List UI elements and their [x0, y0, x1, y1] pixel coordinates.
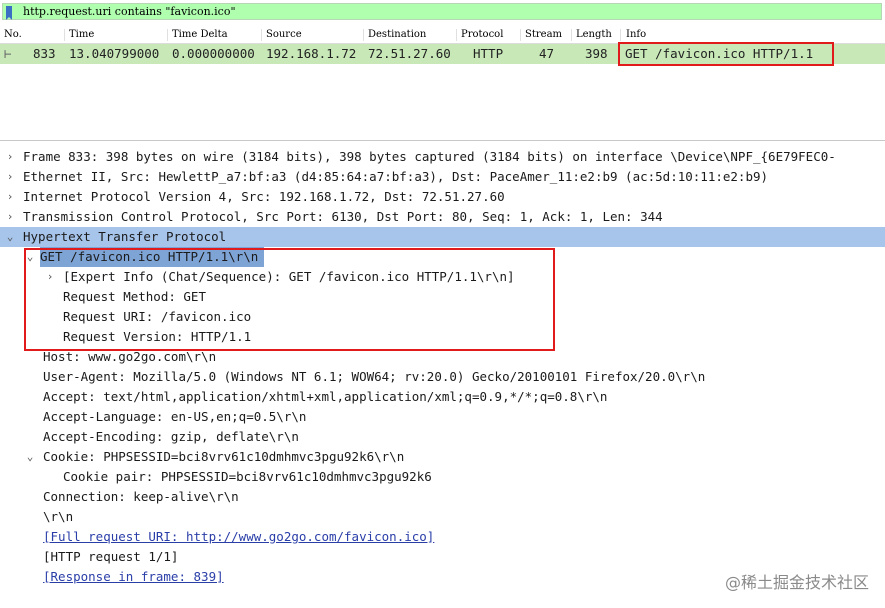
packet-length: 398 — [585, 46, 608, 61]
tree-item-frame[interactable]: › Frame 833: 398 bytes on wire (3184 bit… — [0, 147, 885, 167]
packet-destination: 72.51.27.60 — [368, 46, 451, 61]
watermark: @稀土掘金技术社区 — [724, 573, 869, 592]
packet-time-delta: 0.000000000 — [172, 46, 255, 61]
tree-item-cookie[interactable]: ⌄ Cookie: PHPSESSID=bci8vrv61c10dmhmvc3p… — [0, 447, 885, 467]
tree-item-cookie-pair[interactable]: Cookie pair: PHPSESSID=bci8vrv61c10dmhmv… — [0, 467, 885, 487]
tree-item-request-line[interactable]: ⌄ GET /favicon.ico HTTP/1.1\r\n — [0, 247, 885, 267]
column-destination[interactable]: Destination — [368, 27, 426, 43]
chevron-right-icon[interactable]: › — [44, 267, 56, 287]
column-no[interactable]: No. — [4, 27, 22, 43]
tree-item-ethernet[interactable]: › Ethernet II, Src: HewlettP_a7:bf:a3 (d… — [0, 167, 885, 187]
chevron-down-icon[interactable]: ⌄ — [24, 247, 36, 267]
tree-item-host[interactable]: Host: www.go2go.com\r\n — [0, 347, 885, 367]
tree-item-full-uri[interactable]: [Full request URI: http://www.go2go.com/… — [0, 527, 885, 547]
tree-item-http-request[interactable]: [HTTP request 1/1] — [0, 547, 885, 567]
display-filter-toolbar: http.request.uri contains "favicon.ico" — [0, 0, 885, 26]
packet-protocol: HTTP — [473, 46, 504, 61]
tree-item-request-method[interactable]: Request Method: GET — [0, 287, 885, 307]
column-time[interactable]: Time — [69, 27, 94, 43]
response-frame-link[interactable]: [Response in frame: 839] — [43, 567, 224, 587]
packet-time: 13.040799000 — [69, 46, 160, 61]
packet-source: 192.168.1.72 — [266, 46, 357, 61]
packet-stream: 47 — [539, 46, 555, 61]
chevron-right-icon[interactable]: › — [4, 187, 16, 207]
tree-item-accept-language[interactable]: Accept-Language: en-US,en;q=0.5\r\n — [0, 407, 885, 427]
tree-item-request-version[interactable]: Request Version: HTTP/1.1 — [0, 327, 885, 347]
tree-item-accept-encoding[interactable]: Accept-Encoding: gzip, deflate\r\n — [0, 427, 885, 447]
tree-item-ip[interactable]: › Internet Protocol Version 4, Src: 192.… — [0, 187, 885, 207]
tree-item-tcp[interactable]: › Transmission Control Protocol, Src Por… — [0, 207, 885, 227]
column-time-delta[interactable]: Time Delta — [172, 27, 228, 43]
chevron-right-icon[interactable]: › — [4, 167, 16, 187]
tree-item-connection[interactable]: Connection: keep-alive\r\n — [0, 487, 885, 507]
packet-no: 833 — [33, 46, 56, 61]
column-stream[interactable]: Stream — [525, 27, 562, 43]
tree-item-user-agent[interactable]: User-Agent: Mozilla/5.0 (Windows NT 6.1;… — [0, 367, 885, 387]
packet-row[interactable]: ⊢ 833 13.040799000 0.000000000 192.168.1… — [0, 44, 885, 64]
column-length[interactable]: Length — [576, 27, 612, 43]
column-source[interactable]: Source — [266, 27, 302, 43]
chevron-right-icon[interactable]: › — [4, 147, 16, 167]
tree-item-expert-info[interactable]: › [Expert Info (Chat/Sequence): GET /fav… — [0, 267, 885, 287]
pane-divider[interactable] — [0, 140, 885, 141]
full-request-uri-link[interactable]: [Full request URI: http://www.go2go.com/… — [43, 527, 434, 547]
tree-item-crlf[interactable]: \r\n — [0, 507, 885, 527]
chevron-right-icon[interactable]: › — [4, 207, 16, 227]
filter-bookmark-icon[interactable] — [6, 6, 12, 20]
chevron-down-icon[interactable]: ⌄ — [24, 447, 36, 467]
display-filter-text: http.request.uri contains "favicon.ico" — [23, 5, 236, 18]
column-info[interactable]: Info — [626, 27, 646, 43]
related-packet-icon: ⊢ — [4, 46, 12, 61]
display-filter-input[interactable]: http.request.uri contains "favicon.ico" — [2, 3, 882, 20]
packet-info: GET /favicon.ico HTTP/1.1 — [625, 46, 814, 61]
tree-item-request-uri[interactable]: Request URI: /favicon.ico — [0, 307, 885, 327]
packet-list-header: No. Time Time Delta Source Destination P… — [0, 27, 885, 44]
tree-item-http[interactable]: ⌄ Hypertext Transfer Protocol — [0, 227, 885, 247]
chevron-down-icon[interactable]: ⌄ — [4, 227, 16, 247]
tree-item-accept[interactable]: Accept: text/html,application/xhtml+xml,… — [0, 387, 885, 407]
column-protocol[interactable]: Protocol — [461, 27, 503, 43]
